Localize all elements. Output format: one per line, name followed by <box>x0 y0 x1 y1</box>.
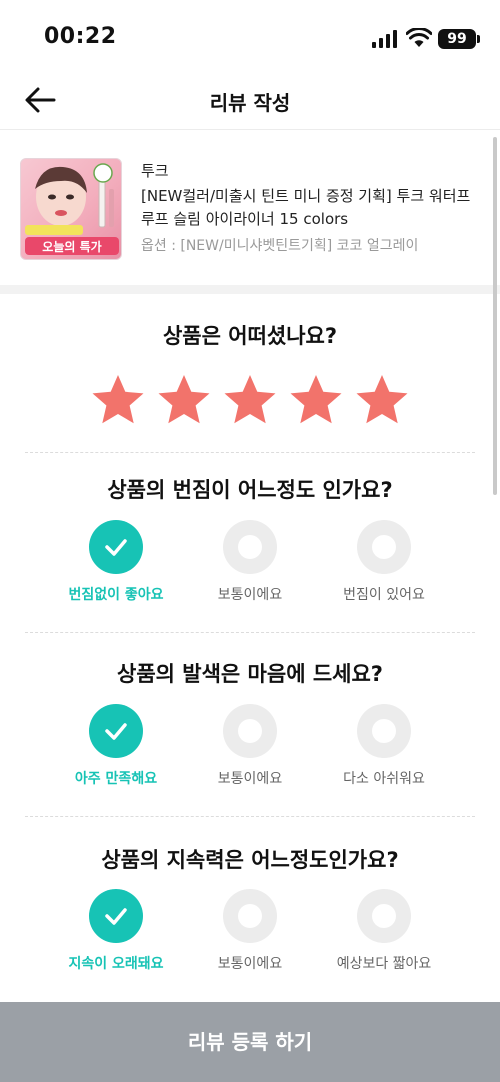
rating-question: 상품은 어떠셨나요? <box>162 324 338 348</box>
wifi-icon <box>406 28 432 47</box>
radio-checked-icon[interactable] <box>89 889 143 943</box>
option-item[interactable]: 보통이에요 <box>175 520 325 604</box>
option-label: 보통이에요 <box>217 771 283 787</box>
option-label: 지속이 오래돼요 <box>68 956 164 972</box>
dashed-divider <box>25 816 475 817</box>
option-item[interactable]: 다소 아쉬워요 <box>309 704 459 788</box>
radio-unchecked-icon[interactable] <box>357 520 411 574</box>
signal-icon <box>372 30 398 48</box>
radio-checked-icon[interactable] <box>89 704 143 758</box>
status-bar: 00:22 99 <box>0 0 500 72</box>
dashed-divider <box>25 452 475 453</box>
product-summary: 오늘의 특가 투크 [NEW컬러/미출시 틴트 미니 증정 기획] 투크 워터프… <box>0 131 500 285</box>
question-title: 상품의 번짐이 어느정도 인가요? <box>107 478 393 502</box>
option-label: 예상보다 짧아요 <box>336 956 432 972</box>
option-item[interactable]: 번짐이 있어요 <box>309 520 459 604</box>
radio-checked-icon[interactable] <box>89 520 143 574</box>
star-icon[interactable] <box>288 372 344 428</box>
thumb-caption: 오늘의 특가 <box>42 239 101 254</box>
app-header: 리뷰 작성 <box>0 72 500 130</box>
star-rating[interactable] <box>90 372 410 428</box>
radio-unchecked-icon[interactable] <box>223 889 277 943</box>
option-label: 번짐없이 좋아요 <box>68 587 164 603</box>
question-options: 번짐없이 좋아요 보통이에요 번짐이 있어요 <box>0 520 500 620</box>
radio-unchecked-icon[interactable] <box>223 520 277 574</box>
option-label: 번짐이 있어요 <box>343 587 425 603</box>
question-title: 상품의 발색은 마음에 드세요? <box>117 662 383 686</box>
battery-icon: 99 <box>438 29 480 49</box>
section-divider <box>0 285 500 294</box>
option-label: 보통이에요 <box>217 956 283 972</box>
option-item[interactable]: 보통이에요 <box>175 704 325 788</box>
radio-unchecked-icon[interactable] <box>357 704 411 758</box>
star-icon[interactable] <box>156 372 212 428</box>
question-options: 아주 만족해요 보통이에요 다소 아쉬워요 <box>0 704 500 804</box>
star-icon[interactable] <box>354 372 410 428</box>
product-name: [NEW컬러/미출시 틴트 미니 증정 기획] 투크 워터프루프 슬림 아이라이… <box>141 187 471 228</box>
option-item[interactable]: 예상보다 짧아요 <box>309 889 459 973</box>
submit-review-button[interactable]: 리뷰 등록 하기 <box>0 1002 500 1082</box>
status-time: 00:22 <box>44 24 117 49</box>
radio-unchecked-icon[interactable] <box>357 889 411 943</box>
option-label: 보통이에요 <box>217 587 283 603</box>
star-icon[interactable] <box>222 372 278 428</box>
option-label: 다소 아쉬워요 <box>343 771 425 787</box>
product-option: 옵션 : [NEW/미니샤벳틴트기획] 코코 얼그레이 <box>141 238 419 254</box>
scrollbar[interactable] <box>493 137 497 495</box>
option-label: 아주 만족해요 <box>74 771 158 787</box>
option-item[interactable]: 아주 만족해요 <box>41 704 191 788</box>
product-brand: 투크 <box>141 162 169 180</box>
option-item[interactable]: 보통이에요 <box>175 889 325 973</box>
radio-unchecked-icon[interactable] <box>223 704 277 758</box>
option-item[interactable]: 번짐없이 좋아요 <box>41 520 191 604</box>
question-options: 지속이 오래돼요 보통이에요 예상보다 짧아요 <box>0 889 500 989</box>
option-item[interactable]: 지속이 오래돼요 <box>41 889 191 973</box>
star-icon[interactable] <box>90 372 146 428</box>
page-title: 리뷰 작성 <box>209 91 291 115</box>
question-title: 상품의 지속력은 어느정도인가요? <box>101 848 399 872</box>
dashed-divider <box>25 632 475 633</box>
product-thumbnail: 오늘의 특가 <box>20 158 122 260</box>
